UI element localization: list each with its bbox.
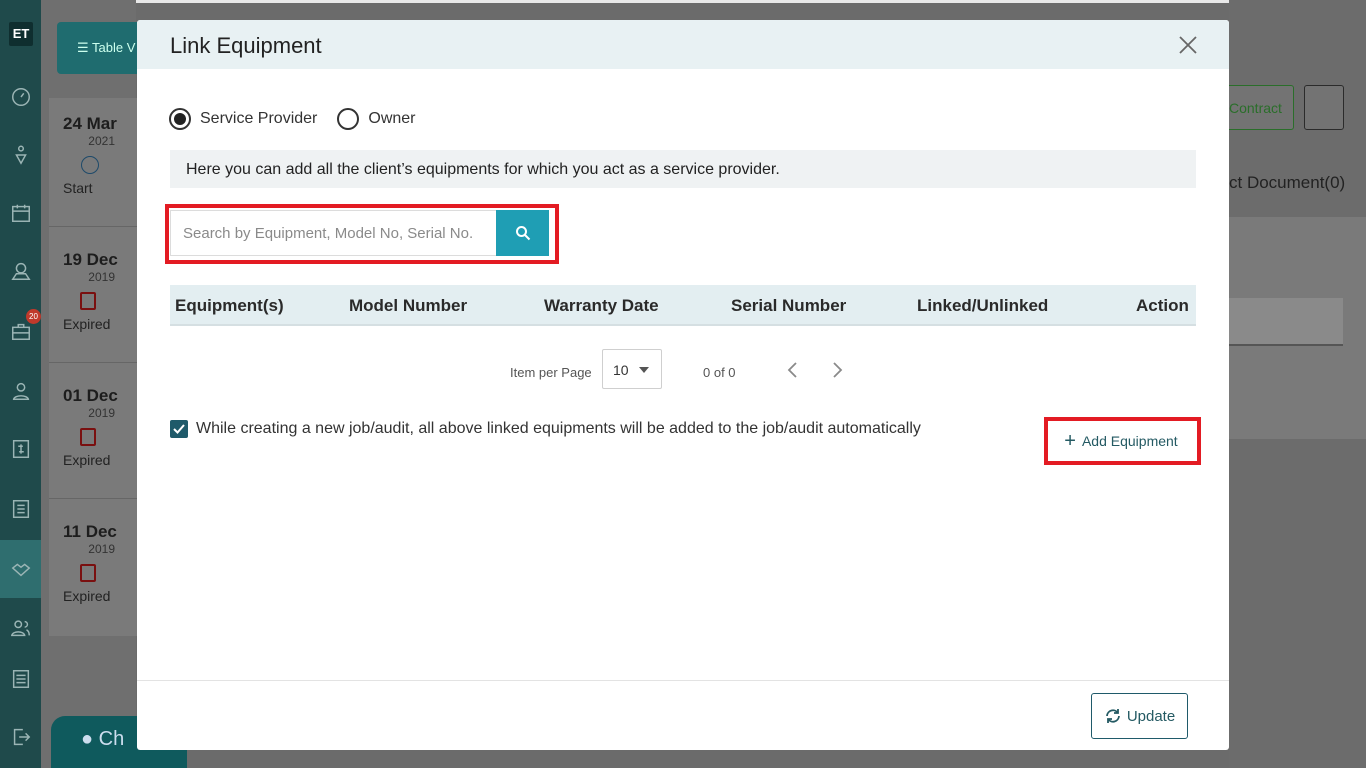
plus-icon: + xyxy=(1064,429,1076,452)
checkmark-icon xyxy=(173,424,185,434)
users-icon[interactable] xyxy=(8,615,34,641)
owner-radio[interactable] xyxy=(337,108,360,130)
browser-top-strip xyxy=(0,0,1366,3)
logout-icon[interactable] xyxy=(8,724,34,750)
trash-icon[interactable] xyxy=(1304,85,1344,130)
dashboard-icon[interactable] xyxy=(8,84,34,110)
role-radio-group: Service Provider Owner xyxy=(169,107,436,131)
contract-timeline: 24 Mar 2021 Start 19 Dec 2019 Expired 01… xyxy=(49,98,137,636)
settings-icon[interactable] xyxy=(8,666,34,692)
start-status-icon xyxy=(81,156,99,174)
equipment-table-header: Equipment(s) Model Number Warranty Date … xyxy=(170,285,1196,326)
timeline-item: 11 Dec 2019 Expired xyxy=(63,522,117,604)
owner-label: Owner xyxy=(368,110,416,127)
notification-badge: 20 xyxy=(26,309,41,324)
items-per-page-label: Item per Page xyxy=(510,365,592,380)
handshake-icon[interactable] xyxy=(0,540,41,598)
timeline-divider xyxy=(49,226,137,227)
previous-page-icon[interactable] xyxy=(785,361,801,379)
auto-add-label: While creating a new job/audit, all abov… xyxy=(196,420,921,437)
column-header[interactable]: Action xyxy=(1136,296,1189,316)
expired-icon xyxy=(80,292,96,310)
contract-button[interactable]: Contract xyxy=(1218,85,1294,130)
modal-title: Link Equipment xyxy=(170,33,322,58)
invoice-icon[interactable] xyxy=(8,436,34,462)
table-view-button[interactable]: ☰ Table V xyxy=(57,22,147,74)
footer-divider xyxy=(137,680,1229,681)
refresh-icon xyxy=(1105,709,1120,723)
search-input[interactable] xyxy=(170,210,497,256)
service-provider-radio[interactable] xyxy=(169,108,191,130)
search-button[interactable] xyxy=(496,210,549,256)
caret-down-icon xyxy=(639,367,649,373)
filter-icon: ☰ xyxy=(77,40,89,55)
close-icon[interactable] xyxy=(1177,34,1199,56)
timeline-item: 01 Dec 2019 Expired xyxy=(63,386,118,468)
contract-document-tab[interactable]: ct Document(0) xyxy=(1229,173,1345,193)
timeline-divider xyxy=(49,498,137,499)
search-icon xyxy=(515,226,530,241)
add-equipment-button[interactable]: + Add Equipment xyxy=(1051,423,1191,459)
background-table-header xyxy=(1229,298,1343,346)
timeline-item: 19 Dec 2019 Expired xyxy=(63,250,118,332)
column-header[interactable]: Serial Number xyxy=(731,296,846,316)
pagination: Item per Page 10 0 of 0 xyxy=(137,349,1229,389)
expired-icon xyxy=(80,428,96,446)
list-icon[interactable] xyxy=(8,496,34,522)
timeline-divider xyxy=(49,362,137,363)
info-message: Here you can add all the client’s equipm… xyxy=(170,150,1196,188)
timeline-item: 24 Mar 2021 Start xyxy=(63,114,117,196)
auto-add-option: While creating a new job/audit, all abov… xyxy=(170,420,921,438)
left-nav-rail: ET 20 xyxy=(0,0,41,768)
page-range: 0 of 0 xyxy=(703,365,736,380)
column-header[interactable]: Linked/Unlinked xyxy=(917,296,1048,316)
calendar-icon[interactable] xyxy=(8,200,34,226)
user-tree-icon[interactable] xyxy=(8,142,34,168)
page-size-select[interactable]: 10 xyxy=(602,349,662,389)
service-provider-label: Service Provider xyxy=(200,110,318,127)
map-icon[interactable] xyxy=(8,258,34,284)
next-page-icon[interactable] xyxy=(829,361,845,379)
column-header[interactable]: Warranty Date xyxy=(544,296,659,316)
app-logo: ET xyxy=(9,22,33,46)
column-header[interactable]: Equipment(s) xyxy=(175,296,284,316)
person-icon[interactable] xyxy=(8,378,34,404)
update-button[interactable]: Update xyxy=(1091,693,1188,739)
modal-header: Link Equipment xyxy=(137,20,1229,69)
link-equipment-modal: Link Equipment Service Provider Owner He… xyxy=(137,20,1229,750)
auto-add-checkbox[interactable] xyxy=(170,420,188,438)
column-header[interactable]: Model Number xyxy=(349,296,467,316)
expired-icon xyxy=(80,564,96,582)
radio-selected-dot xyxy=(174,113,186,125)
chat-bubble-icon: ● xyxy=(81,728,94,750)
